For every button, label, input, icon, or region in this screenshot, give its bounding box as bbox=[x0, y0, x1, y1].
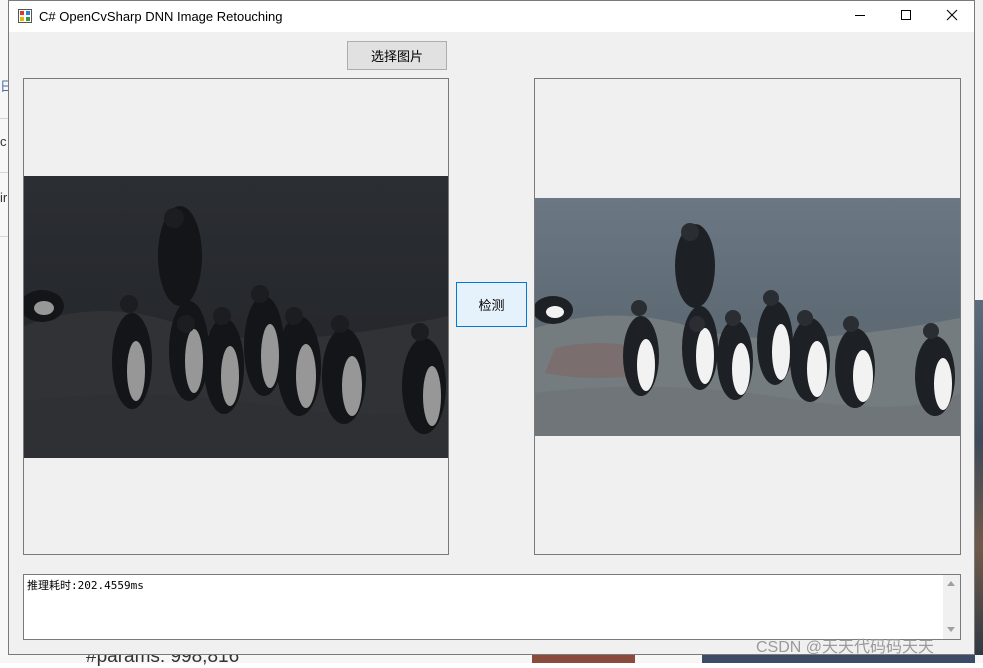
log-textbox[interactable]: 推理耗时:202.4559ms bbox=[23, 574, 961, 640]
scroll-up-icon[interactable] bbox=[947, 581, 955, 586]
window-title: C# OpenCvSharp DNN Image Retouching bbox=[39, 9, 283, 24]
inference-time-text: 推理耗时:202.4559ms bbox=[27, 579, 144, 592]
output-image-box bbox=[534, 78, 961, 555]
close-button[interactable] bbox=[929, 1, 975, 32]
minimize-icon bbox=[854, 8, 866, 26]
output-image bbox=[535, 198, 960, 436]
scroll-down-icon[interactable] bbox=[947, 627, 955, 632]
input-image-box bbox=[23, 78, 449, 555]
input-image bbox=[24, 176, 448, 458]
csdn-watermark: CSDN @天天代码码天天 bbox=[756, 639, 935, 656]
app-icon bbox=[18, 9, 32, 23]
log-scrollbar[interactable] bbox=[943, 575, 960, 639]
maximize-icon bbox=[900, 8, 912, 26]
background-image-fragment bbox=[975, 300, 983, 655]
select-image-button[interactable]: 选择图片 bbox=[347, 41, 447, 70]
maximize-button[interactable] bbox=[883, 1, 929, 32]
main-window: C# OpenCvSharp DNN Image Retouching 选择图片 bbox=[8, 0, 975, 655]
minimize-button[interactable] bbox=[837, 1, 883, 32]
title-bar[interactable]: C# OpenCvSharp DNN Image Retouching bbox=[9, 1, 974, 32]
detect-button[interactable]: 检测 bbox=[456, 282, 527, 327]
close-icon bbox=[946, 8, 958, 26]
background-image-fragment bbox=[532, 655, 635, 663]
